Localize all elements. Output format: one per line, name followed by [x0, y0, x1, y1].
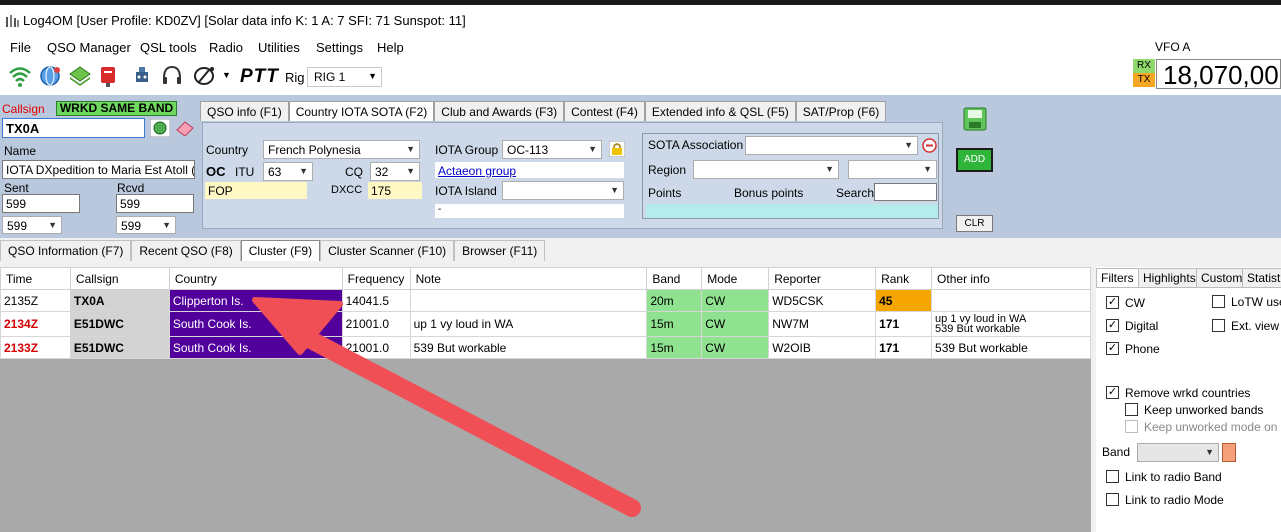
annotation-arrow-icon: [252, 297, 641, 517]
